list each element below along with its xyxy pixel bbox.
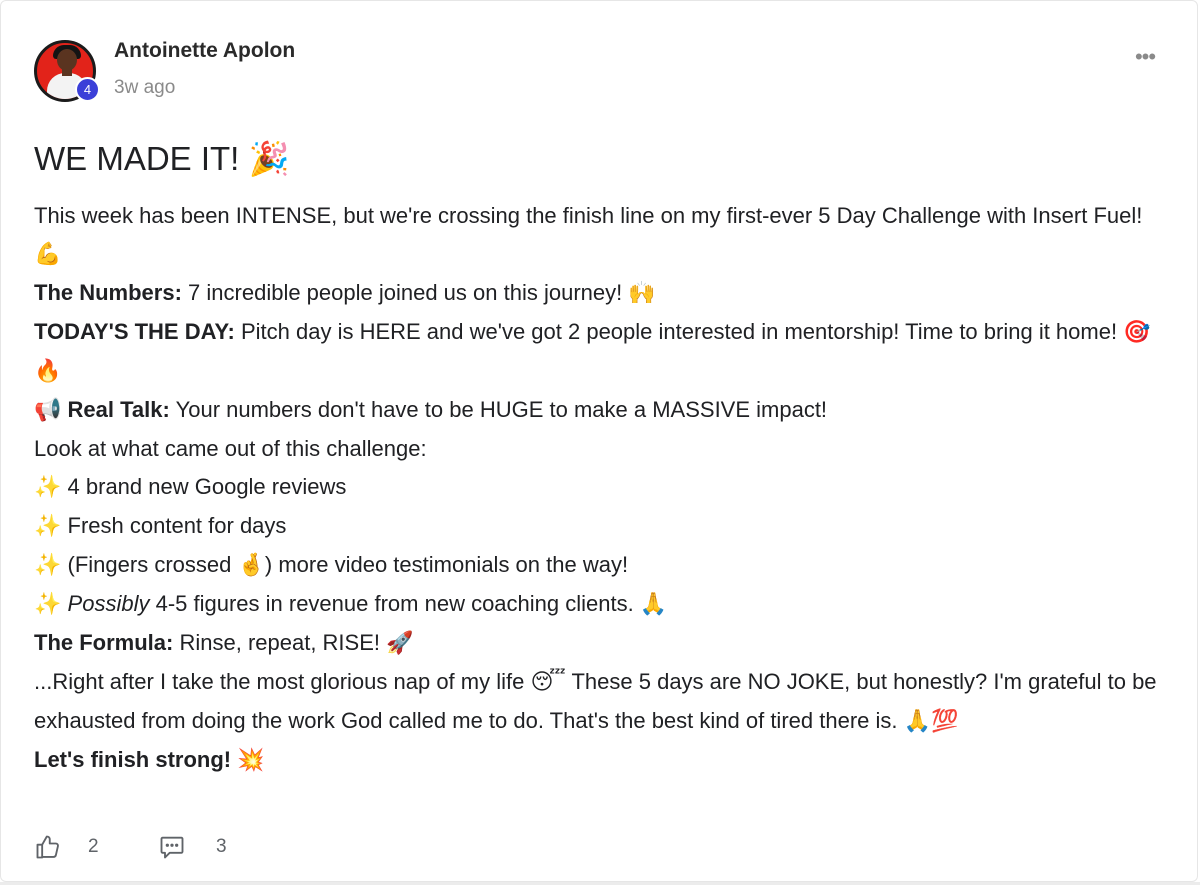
post-card: 4 Antoinette Apolon 3w ago ••• WE MADE I… xyxy=(0,0,1198,882)
bullet-text: ) more video testimonials on the way! xyxy=(264,552,629,577)
comment-count: 3 xyxy=(216,836,227,857)
today-text: Pitch day is HERE and we've got 2 people… xyxy=(240,319,1118,344)
rocket-emoji: 🚀 xyxy=(386,631,414,656)
thumbs-up-icon xyxy=(34,833,62,861)
sparkles-emoji: ✨ xyxy=(34,553,62,578)
sleeping-face-emoji: 😴 xyxy=(530,670,566,695)
list-item: ✨ 4 brand new Google reviews xyxy=(34,468,1169,507)
bullet-text: Fresh content for days xyxy=(67,513,287,538)
bullet-italic: Possibly xyxy=(67,591,150,616)
list-item: ✨ Fresh content for days xyxy=(34,507,1169,546)
comment-icon xyxy=(158,833,186,861)
intro-text: This week has been INTENSE, but we're cr… xyxy=(34,203,1143,228)
numbers-text: 7 incredible people joined us on this jo… xyxy=(188,280,623,305)
level-badge: 4 xyxy=(75,77,100,102)
paragraph-formula: The Formula: Rinse, repeat, RISE! 🚀 xyxy=(34,624,1169,663)
megaphone-emoji: 📢 xyxy=(34,398,62,423)
paragraph-today: TODAY'S THE DAY: Pitch day is HERE and w… xyxy=(34,313,1169,391)
more-options-icon[interactable]: ••• xyxy=(1129,45,1161,69)
finish-text: Let's finish strong! xyxy=(34,747,232,772)
today-label: TODAY'S THE DAY: xyxy=(34,319,235,344)
realtalk-text: Your numbers don't have to be HUGE to ma… xyxy=(175,397,828,422)
sparkles-emoji: ✨ xyxy=(34,475,62,500)
paragraph-numbers: The Numbers: 7 incredible people joined … xyxy=(34,274,1169,313)
paragraph-finish: Let's finish strong! 💥 xyxy=(34,741,1169,780)
post-body: This week has been INTENSE, but we're cr… xyxy=(34,197,1169,780)
crossed-fingers-emoji: 🤞 xyxy=(237,553,265,578)
paragraph-realtalk: 📢 Real Talk: Your numbers don't have to … xyxy=(34,391,1169,430)
sparkles-emoji: ✨ xyxy=(34,592,62,617)
paragraph-lookat: Look at what came out of this challenge: xyxy=(34,436,427,461)
party-popper-emoji: 🎉 xyxy=(248,139,290,178)
post-title-text: WE MADE IT! xyxy=(34,140,240,177)
numbers-label: The Numbers: xyxy=(34,280,182,305)
list-item: ✨ (Fingers crossed 🤞) more video testimo… xyxy=(34,546,1169,585)
flexed-biceps-emoji: 💪 xyxy=(34,242,62,267)
formula-text: Rinse, repeat, RISE! xyxy=(179,630,381,655)
avatar[interactable]: 4 xyxy=(34,40,100,102)
formula-label: The Formula: xyxy=(34,630,174,655)
author-name[interactable]: Antoinette Apolon xyxy=(114,39,295,63)
like-count: 2 xyxy=(88,836,99,857)
nap-text: ...Right after I take the most glorious … xyxy=(34,669,525,694)
raising-hands-emoji: 🙌 xyxy=(628,281,656,306)
sparkles-emoji: ✨ xyxy=(34,514,62,539)
paragraph-nap: ...Right after I take the most glorious … xyxy=(34,663,1169,741)
post-title: WE MADE IT! 🎉 xyxy=(34,139,290,179)
bullet-text: (Fingers crossed xyxy=(67,552,232,577)
comment-button[interactable]: 3 xyxy=(158,829,227,865)
post-timestamp[interactable]: 3w ago xyxy=(114,77,175,99)
bullet-text: 4 brand new Google reviews xyxy=(67,474,347,499)
paragraph-intro: This week has been INTENSE, but we're cr… xyxy=(34,197,1169,274)
folded-hands-hundred-emoji: 🙏💯 xyxy=(903,709,959,734)
bullet-text: 4-5 figures in revenue from new coaching… xyxy=(155,591,634,616)
realtalk-label: Real Talk: xyxy=(67,397,170,422)
list-item: ✨ Possibly 4-5 figures in revenue from n… xyxy=(34,585,1169,624)
folded-hands-emoji: 🙏 xyxy=(639,592,668,617)
collision-emoji: 💥 xyxy=(237,748,265,773)
like-button[interactable]: 2 xyxy=(34,829,99,865)
